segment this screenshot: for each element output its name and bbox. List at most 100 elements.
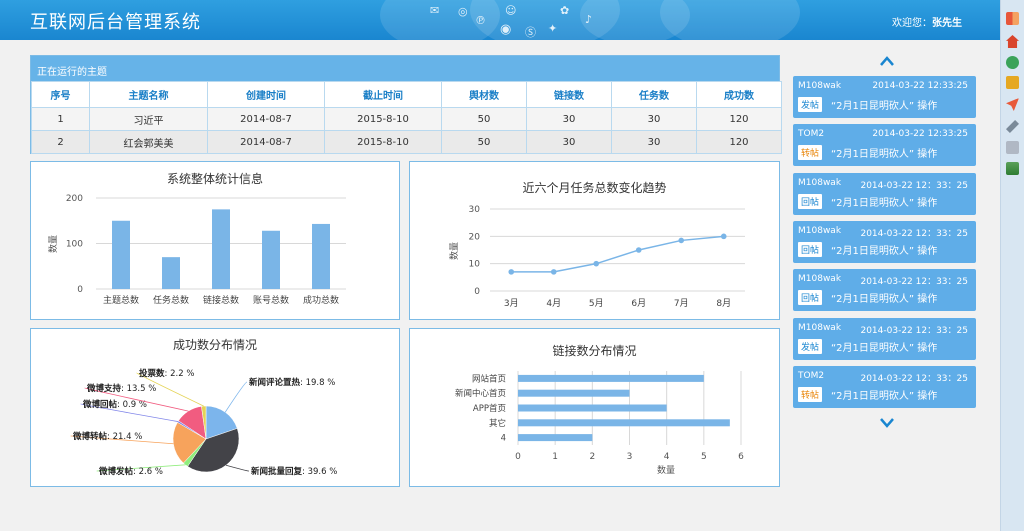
scroll-up-icon[interactable] [879, 55, 895, 67]
feed-item[interactable]: M108wak 2014-03-22 12：33：25 回帖 “2月1日昆明砍人” 操… [793, 269, 976, 311]
topics-table: 序号 主题名称 创建时间 截止时间 舆材数 链接数 任务数 成功数 1 习近平 2014-08-7… [31, 81, 782, 154]
feed-item[interactable]: TOM2 2014-03-22 12:33:25 转帖 “2月1日昆明砍人” 操作 [793, 124, 976, 166]
rocket-icon[interactable] [1006, 98, 1019, 111]
slice-label: 新闻批量回复: 39.6 % [251, 466, 337, 477]
slice-label: 微博转帖: 21.4 % [72, 431, 142, 442]
lock-icon[interactable] [1006, 76, 1019, 89]
table-cell: 2014-08-7 [207, 130, 325, 154]
table-cell: 2 [31, 130, 90, 154]
connector-line [225, 464, 250, 472]
x-tick-label: 5月 [589, 298, 604, 309]
table-row[interactable]: 2 红会郭美美 2014-08-7 2015-8-10 50 30 30 120 [31, 130, 782, 154]
right-toolbar [1000, 0, 1024, 531]
x-tick-label: 6月 [631, 298, 646, 309]
column-header: 主题名称 [89, 81, 208, 108]
y-tick-label: 4 [501, 434, 506, 444]
feed-time: 2014-03-22 12:33:25 [872, 129, 968, 139]
data-point [593, 260, 600, 267]
table-cell: 习近平 [89, 107, 208, 131]
feed-item[interactable]: M108wak 2014-03-22 12：33：25 回帖 “2月1日昆明砍人” 操… [793, 221, 976, 263]
user-name[interactable]: 张先生 [932, 18, 962, 29]
trend-line-chart: 0 10 20 30 数量 3月 4月 5月 6月 7月 8月 [448, 205, 745, 309]
feed-user: M108wak [798, 274, 842, 284]
slice-name: 新闻批量回复 [251, 466, 303, 477]
x-tick-label: 6 [738, 452, 744, 462]
table-cell: 红会郭美美 [89, 130, 208, 154]
feed-message: “2月1日昆明砍人” 操作 [831, 294, 938, 305]
series-line [511, 235, 724, 273]
y-tick-label: 200 [66, 194, 83, 204]
x-tick-label: 3月 [504, 298, 519, 309]
table-row[interactable]: 1 习近平 2014-08-7 2015-8-10 50 30 30 120 [31, 107, 782, 131]
table-cell: 50 [441, 107, 527, 131]
bar [312, 223, 330, 289]
x-tick-label: 账号总数 [253, 294, 289, 306]
links-bar-chart: 0 1 2 3 4 5 6 数量 网站首页新闻中心首页 APP首页其它 4 [455, 371, 744, 476]
skype-icon: Ⓢ [525, 26, 536, 39]
x-tick-label: 4月 [546, 298, 561, 309]
table-header-row: 序号 主题名称 创建时间 截止时间 舆材数 链接数 任务数 成功数 [31, 81, 782, 108]
data-point [635, 247, 642, 253]
music-icon: ♪ [585, 13, 593, 26]
x-tick-label: 0 [515, 452, 521, 462]
table-cell: 2015-8-10 [324, 130, 442, 154]
slice-name: 微博发帖 [98, 466, 134, 477]
home-icon[interactable] [1006, 35, 1019, 48]
document-icon[interactable] [1006, 141, 1019, 154]
success-pie-chart: 新闻评论置热: 19.8 %新闻批量回复: 39.6 %微博发帖: 2.6 %微… [70, 368, 337, 477]
feed-user: M108wak [798, 178, 842, 188]
feed-type-badge: 转帖 [798, 387, 823, 402]
table-cell: 50 [441, 130, 527, 154]
y-axis-label: 数量 [448, 242, 460, 260]
globe-icon[interactable] [1006, 56, 1019, 69]
feed-type-badge: 回帖 [798, 194, 823, 209]
feed-time: 2014-03-22 12：33：25 [860, 374, 968, 384]
feed-item[interactable]: M108wak 2014-03-22 12:33:25 发帖 “2月1日昆明砍人” 操… [793, 76, 976, 118]
slice-name: 新闻评论置热 [249, 377, 301, 388]
bar [518, 434, 593, 442]
chart-icon[interactable] [1006, 162, 1019, 175]
feed-type-badge: 发帖 [798, 339, 823, 354]
app-title: 互联网后台管理系统 [30, 12, 201, 33]
table-cell: 30 [526, 107, 612, 131]
twitter-icon: ✦ [548, 22, 558, 35]
connector-line [224, 381, 248, 413]
y-axis-label: 数量 [47, 235, 59, 253]
wechat-icon: ✿ [560, 4, 570, 17]
y-tick-label: 网站首页 [472, 373, 506, 384]
feed-item[interactable]: M108wak 2014-03-22 12：33：25 发帖 “2月1日昆明砍人” 操… [793, 318, 976, 360]
column-header: 任务数 [611, 81, 697, 108]
feed-message: “2月1日昆明砍人” 操作 [831, 149, 938, 160]
slice-label: 投票数: 2.2 % [139, 368, 194, 379]
scroll-down-icon[interactable] [879, 417, 895, 429]
table-cell: 120 [696, 107, 782, 131]
feed-time: 2014-03-22 12：33：25 [860, 181, 968, 191]
column-header: 成功数 [696, 81, 782, 108]
weibo-icon: ◉ [500, 22, 512, 37]
pinterest-icon: ℗ [475, 14, 486, 27]
slice-percent: 19.8 % [306, 378, 336, 388]
feed-type-badge: 转帖 [798, 145, 823, 160]
slice-percent: 2.2 % [170, 369, 194, 379]
x-tick-label: 成功总数 [303, 294, 339, 306]
feed-time: 2014-03-22 12：33：25 [860, 229, 968, 239]
slice-label: 新闻评论置热: 19.8 % [249, 377, 335, 388]
y-tick-label: 30 [469, 205, 481, 215]
column-header: 舆材数 [441, 81, 527, 108]
feed-time: 2014-03-22 12：33：25 [860, 326, 968, 336]
logout-icon[interactable] [1006, 12, 1019, 25]
tools-icon[interactable] [1006, 120, 1019, 133]
x-tick-label: 7月 [674, 298, 689, 309]
data-point [720, 233, 727, 240]
bar [262, 230, 280, 289]
feed-item[interactable]: TOM2 2014-03-22 12：33：25 转帖 “2月1日昆明砍人” 操作 [793, 366, 976, 408]
welcome-prefix: 欢迎您： [892, 18, 932, 29]
x-tick-label: 3 [627, 452, 633, 462]
x-tick-label: 2 [589, 452, 595, 462]
links-chart-panel: 链接数分布情况 0 1 2 3 4 5 6 数量 网站首页 新闻中心首页 APP首页 其它 4 [409, 328, 780, 487]
trend-chart-panel: 近六个月任务总数变化趋势 0 10 20 30 数量 3月 4月 5月 6月 7月 8月 [409, 161, 780, 320]
feed-item[interactable]: M108wak 2014-03-22 12：33：25 回帖 “2月1日昆明砍人” 操… [793, 173, 976, 215]
slice-label: 微博发帖: 2.6 % [98, 466, 163, 477]
x-tick-label: 链接总数 [203, 294, 239, 306]
table-cell: 30 [611, 107, 697, 131]
